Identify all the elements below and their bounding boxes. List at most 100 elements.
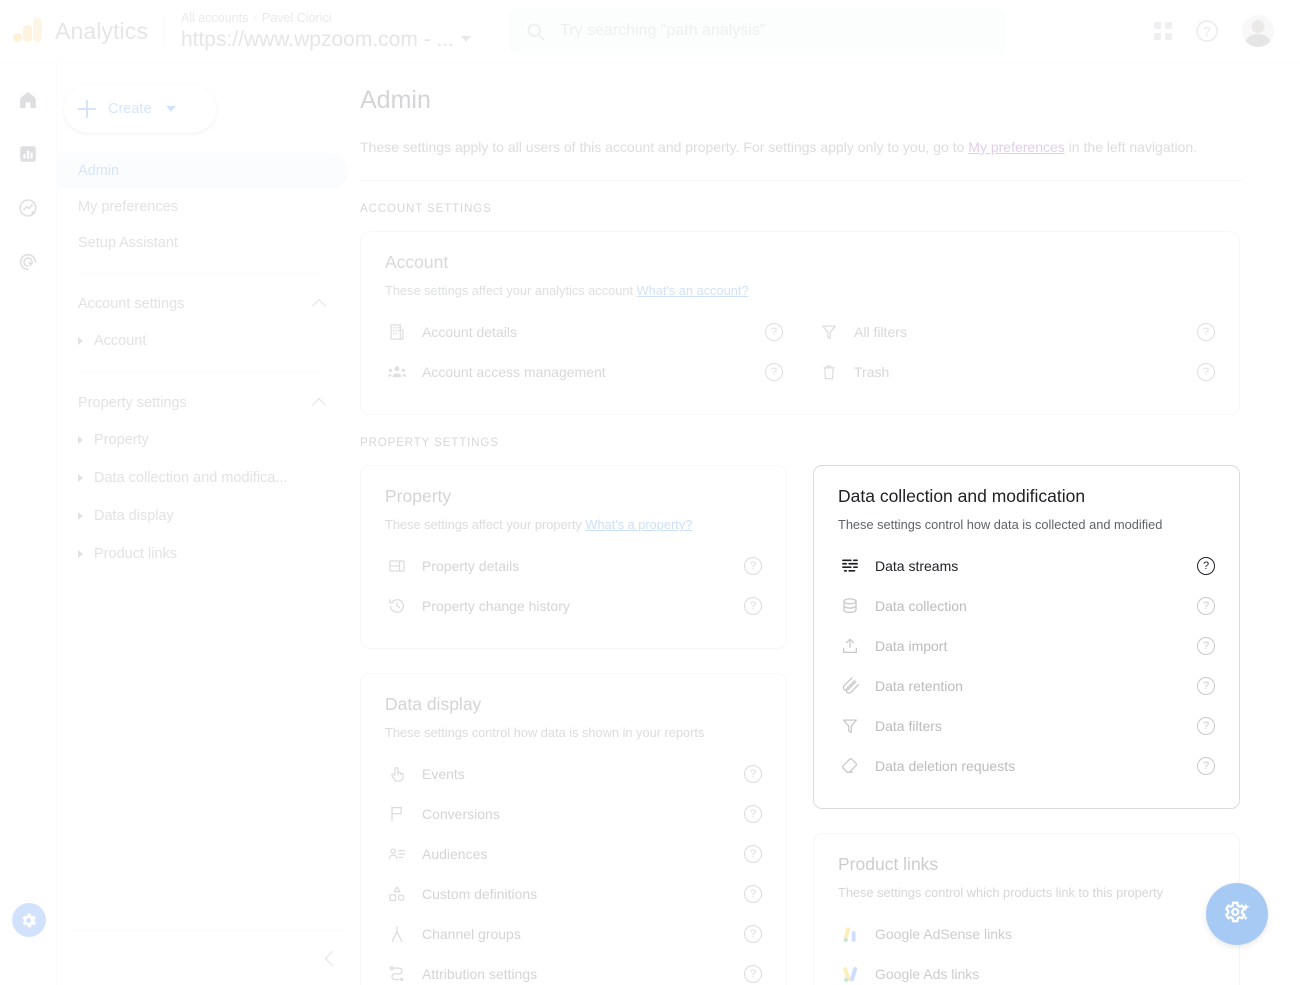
account-card-subtitle-text: These settings affect your analytics acc…	[385, 283, 637, 298]
divider	[360, 180, 1242, 181]
account-card-rows: Account details ? All filters ? Account …	[385, 312, 1215, 392]
sidebar: Create Admin My preferences Setup Assist…	[57, 63, 358, 985]
breadcrumb-account[interactable]: Pavel Ciorici	[262, 10, 331, 26]
help-icon[interactable]: ?	[1197, 637, 1215, 655]
help-icon[interactable]: ?	[744, 925, 762, 943]
help-icon[interactable]: ?	[1197, 757, 1215, 775]
sidebar-item-data-collection[interactable]: Data collection and modifica...	[57, 459, 348, 497]
help-icon[interactable]: ?	[744, 805, 762, 823]
data-display-card-title: Data display	[385, 694, 482, 714]
adsense-icon	[838, 922, 862, 946]
help-icon[interactable]: ?	[765, 363, 783, 381]
breadcrumb-root[interactable]: All accounts	[181, 10, 248, 26]
sidebar-item-label: Property	[94, 432, 149, 448]
row-property-details[interactable]: Property details ?	[385, 546, 762, 586]
property-selector-row[interactable]: https://www.wpzoom.com - ...	[181, 26, 472, 53]
property-details-icon	[385, 554, 409, 578]
row-label: Data import	[875, 638, 948, 654]
data-collection-card-subtitle: These settings control how data is colle…	[838, 517, 1163, 532]
sidebar-item-label: Data display	[94, 508, 174, 524]
sidebar-group-account-settings[interactable]: Account settings	[57, 286, 348, 322]
sidebar-item-account[interactable]: Account	[57, 322, 348, 360]
chevron-up-icon[interactable]	[311, 298, 327, 314]
sidebar-item-setup-assistant[interactable]: Setup Assistant	[57, 225, 348, 261]
rail-item-reports[interactable]	[13, 139, 43, 169]
collapse-sidebar-button[interactable]	[57, 931, 358, 985]
row-channel-groups[interactable]: Channel groups ?	[385, 914, 762, 954]
row-account-details[interactable]: Account details ?	[385, 312, 783, 352]
apps-grid-icon[interactable]	[1154, 22, 1172, 40]
row-property-change-history[interactable]: Property change history ?	[385, 586, 762, 626]
help-icon[interactable]: ?	[744, 557, 762, 575]
row-label: Property details	[422, 558, 520, 574]
property-card-title: Property	[385, 486, 452, 506]
audience-icon	[385, 842, 409, 866]
data-collection-card-rows: Data streams ? Data collection ? Data im…	[838, 546, 1215, 786]
section-label-property-settings: Property settings	[360, 437, 499, 449]
row-data-import[interactable]: Data import ?	[838, 626, 1215, 666]
help-icon[interactable]: ?	[744, 965, 762, 983]
row-custom-definitions[interactable]: Custom definitions ?	[385, 874, 762, 914]
chevron-up-icon[interactable]	[311, 397, 327, 413]
rail-item-home[interactable]	[13, 85, 43, 115]
row-data-filters[interactable]: Data filters ?	[838, 706, 1215, 746]
my-preferences-link[interactable]: My preferences	[968, 139, 1064, 155]
property-card-rows: Property details ? Property change histo…	[385, 546, 762, 626]
row-label: Audiences	[422, 846, 488, 862]
data-collection-card-title: Data collection and modification	[838, 486, 1086, 506]
create-button[interactable]: Create	[64, 85, 216, 133]
row-trash[interactable]: Trash ?	[817, 352, 1215, 392]
row-google-adsense-links[interactable]: Google AdSense links	[838, 914, 1215, 954]
sidebar-item-data-display[interactable]: Data display	[57, 497, 348, 535]
row-data-retention[interactable]: Data retention ?	[838, 666, 1215, 706]
row-label: Google Ads links	[875, 966, 980, 982]
whats-a-property-link[interactable]: What's a property?	[585, 517, 692, 532]
help-icon[interactable]: ?	[744, 845, 762, 863]
help-icon[interactable]: ?	[744, 597, 762, 615]
row-conversions[interactable]: Conversions ?	[385, 794, 762, 834]
chevron-down-icon[interactable]	[165, 106, 176, 112]
sidebar-divider	[78, 273, 324, 274]
whats-an-account-link[interactable]: What's an account?	[637, 283, 749, 298]
row-events[interactable]: Events ?	[385, 754, 762, 794]
help-icon[interactable]: ?	[1197, 677, 1215, 695]
row-all-filters[interactable]: All filters ?	[817, 312, 1215, 352]
history-icon	[385, 594, 409, 618]
page-description-before: These settings apply to all users of thi…	[360, 139, 969, 155]
row-attribution-settings[interactable]: Attribution settings ?	[385, 954, 762, 985]
row-label: Attribution settings	[422, 966, 538, 982]
sidebar-item-product-links[interactable]: Product links	[57, 535, 348, 573]
help-circle-icon[interactable]: ?	[1196, 20, 1218, 42]
help-icon[interactable]: ?	[744, 765, 762, 783]
help-icon[interactable]: ?	[1197, 597, 1215, 615]
help-icon[interactable]: ?	[765, 323, 783, 341]
help-icon[interactable]: ?	[1197, 557, 1215, 575]
page-description: These settings apply to all users of thi…	[360, 137, 1242, 157]
sidebar-group-property-settings[interactable]: Property settings	[57, 385, 348, 421]
rail-item-advertising[interactable]	[13, 247, 43, 277]
row-google-ads-links[interactable]: Google Ads links	[838, 954, 1215, 985]
search-input[interactable]	[560, 22, 991, 40]
google-ads-icon	[838, 962, 862, 985]
rail-item-explore[interactable]	[13, 193, 43, 223]
ai-gear-sparkle-fab[interactable]	[1206, 883, 1268, 945]
help-icon[interactable]: ?	[1197, 323, 1215, 341]
search-bar[interactable]	[509, 7, 1007, 55]
account-property-selector[interactable]: All accounts › Pavel Ciorici https://www…	[181, 10, 472, 53]
row-audiences[interactable]: Audiences ?	[385, 834, 762, 874]
sidebar-item-my-preferences[interactable]: My preferences	[57, 189, 348, 225]
row-data-collection[interactable]: Data collection ?	[838, 586, 1215, 626]
row-data-streams[interactable]: Data streams ?	[838, 546, 1215, 586]
help-icon[interactable]: ?	[1197, 363, 1215, 381]
chevron-down-icon[interactable]	[461, 36, 472, 42]
row-data-deletion-requests[interactable]: Data deletion requests ?	[838, 746, 1215, 786]
sidebar-item-admin[interactable]: Admin	[57, 153, 348, 189]
help-icon[interactable]: ?	[744, 885, 762, 903]
main-content: Admin These settings apply to all users …	[358, 63, 1300, 985]
data-display-card: Data display These settings control how …	[360, 673, 787, 985]
sidebar-item-property[interactable]: Property	[57, 421, 348, 459]
row-account-access-management[interactable]: Account access management ?	[385, 352, 783, 392]
help-icon[interactable]: ?	[1197, 717, 1215, 735]
avatar[interactable]	[1242, 15, 1274, 47]
row-label: Account details	[422, 324, 517, 340]
